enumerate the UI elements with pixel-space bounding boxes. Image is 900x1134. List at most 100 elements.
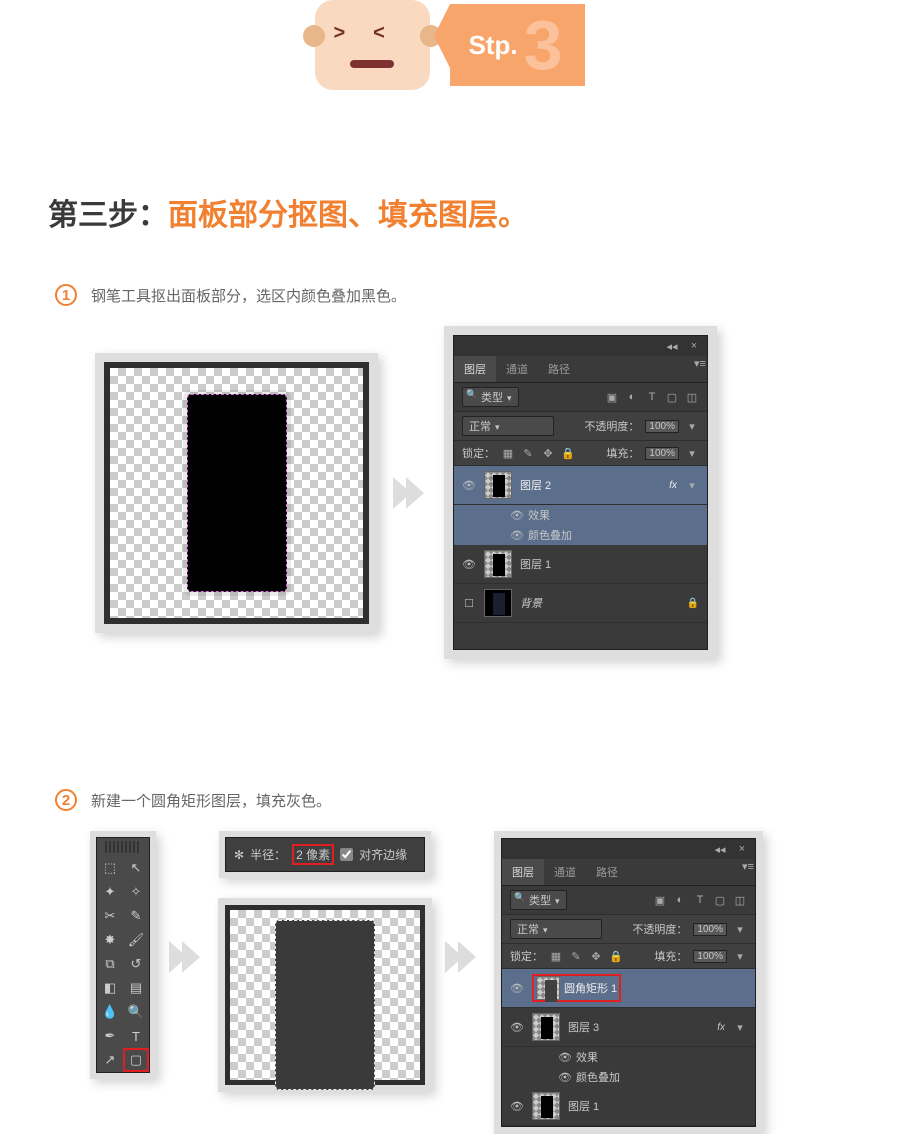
opacity-value[interactable]: 100% — [645, 420, 679, 433]
text-tool-icon[interactable]: T — [123, 1024, 149, 1048]
visibility-icon[interactable]: 👁 — [510, 1100, 524, 1113]
visibility-icon[interactable]: 👁 — [462, 558, 476, 571]
history-brush-icon[interactable]: ↺ — [123, 952, 149, 976]
lock-label: 锁定： — [462, 445, 495, 461]
lock-all-icon[interactable]: 🔒 — [609, 949, 623, 963]
filter-image-icon[interactable]: ▣ — [653, 893, 667, 907]
heal-tool-icon[interactable]: ✸ — [97, 928, 123, 952]
panel-menu-icon[interactable]: ▾≡ — [741, 859, 755, 873]
tab-layers[interactable]: 图层 — [502, 859, 544, 885]
visibility-icon[interactable]: 👁 — [510, 509, 522, 522]
filter-shape-icon[interactable]: ▢ — [665, 390, 679, 404]
filter-shape-icon[interactable]: ▢ — [713, 893, 727, 907]
effects-label: 效果 — [528, 507, 550, 523]
tab-channels[interactable]: 通道 — [544, 859, 586, 885]
canvas-frame-2 — [218, 898, 432, 1092]
layer-row-selected[interactable]: 👁 圆角矩形 1 — [502, 969, 755, 1008]
filter-text-icon[interactable]: T — [693, 893, 707, 907]
blur-tool-icon[interactable]: 💧 — [97, 1000, 123, 1024]
gear-icon[interactable]: ✻ — [234, 848, 244, 862]
lock-icon: 🔒 — [687, 598, 699, 609]
visibility-icon[interactable]: 👁 — [510, 982, 524, 995]
blend-mode-select[interactable]: 正常 — [462, 416, 554, 436]
visibility-icon[interactable]: 👁 — [558, 1051, 570, 1064]
layer-row-bg[interactable]: ☐ 背景 🔒 — [454, 584, 707, 623]
step-2: 2 新建一个圆角矩形图层，填充灰色。 ⬚ ↖ ✦ ✧ ✂ ✎ ✸ 🖌 ⧉ ↺ ◧ — [55, 789, 900, 1134]
fill-value[interactable]: 100% — [693, 950, 727, 963]
color-overlay-row[interactable]: 👁 颜色叠加 — [454, 525, 707, 545]
wand-tool-icon[interactable]: ✧ — [123, 880, 149, 904]
fx-badge[interactable]: fx — [717, 1022, 725, 1033]
collapse-icon[interactable]: ◂◂ — [665, 339, 679, 353]
visibility-icon[interactable]: 👁 — [558, 1071, 570, 1084]
blend-mode-select[interactable]: 正常 — [510, 919, 602, 939]
lock-brush-icon[interactable]: ✎ — [569, 949, 583, 963]
dodge-tool-icon[interactable]: 🔍 — [123, 1000, 149, 1024]
panel-menu-icon[interactable]: ▾≡ — [693, 356, 707, 370]
chevron-down-icon[interactable]: ▾ — [685, 478, 699, 492]
arrow-right-icon — [174, 941, 200, 973]
lock-row: 锁定： ▦ ✎ ✥ 🔒 填充： 100% ▾ — [502, 944, 755, 969]
chevron-down-icon[interactable]: ▾ — [685, 446, 699, 460]
collapse-icon[interactable]: ◂◂ — [713, 842, 727, 856]
tab-layers[interactable]: 图层 — [454, 356, 496, 382]
pen-tool-icon[interactable]: ✒ — [97, 1024, 123, 1048]
fill-value[interactable]: 100% — [645, 447, 679, 460]
chevron-down-icon[interactable]: ▾ — [733, 949, 747, 963]
layer-thumb — [532, 1092, 560, 1120]
align-checkbox[interactable] — [340, 848, 353, 861]
stamp-tool-icon[interactable]: ⧉ — [97, 952, 123, 976]
crop-tool-icon[interactable]: ✂ — [97, 904, 123, 928]
effects-row[interactable]: 👁 效果 — [454, 505, 707, 525]
filter-smart-icon[interactable]: ◫ — [685, 390, 699, 404]
tab-channels[interactable]: 通道 — [496, 356, 538, 382]
effects-row[interactable]: 👁 效果 — [502, 1047, 755, 1067]
color-overlay-row[interactable]: 👁 颜色叠加 — [502, 1067, 755, 1087]
filter-text-icon[interactable]: T — [645, 390, 659, 404]
tab-paths[interactable]: 路径 — [586, 859, 628, 885]
move-tool-icon[interactable]: ↖ — [123, 856, 149, 880]
kind-filter[interactable]: 类型 — [462, 387, 519, 407]
chevron-down-icon[interactable]: ▾ — [733, 922, 747, 936]
canvas-2 — [225, 905, 425, 1085]
kind-filter[interactable]: 类型 — [510, 890, 567, 910]
step-number: 3 — [524, 10, 563, 80]
lock-pixels-icon[interactable]: ▦ — [501, 446, 515, 460]
eraser-tool-icon[interactable]: ◧ — [97, 976, 123, 1000]
layer-row[interactable]: 👁 图层 1 — [454, 545, 707, 584]
chevron-down-icon[interactable]: ▾ — [685, 419, 699, 433]
panel-controls: ◂◂ × — [454, 336, 707, 356]
chevron-down-icon[interactable]: ▾ — [733, 1020, 747, 1034]
lock-all-icon[interactable]: 🔒 — [561, 446, 575, 460]
rounded-rect-tool-icon[interactable]: ▢ — [123, 1048, 149, 1072]
visibility-icon[interactable]: 👁 — [510, 529, 522, 542]
visibility-icon[interactable]: ☐ — [462, 597, 476, 610]
layer-row[interactable]: 👁 图层 1 — [502, 1087, 755, 1126]
opacity-value[interactable]: 100% — [693, 923, 727, 936]
radius-value[interactable]: 2 像素 — [292, 844, 334, 865]
layer-row[interactable]: 👁 图层 3 fx ▾ — [502, 1008, 755, 1047]
lock-move-icon[interactable]: ✥ — [541, 446, 555, 460]
fx-badge[interactable]: fx — [669, 480, 677, 491]
close-icon[interactable]: × — [735, 842, 749, 856]
filter-image-icon[interactable]: ▣ — [605, 390, 619, 404]
path-select-icon[interactable]: ↗ — [97, 1048, 123, 1072]
visibility-icon[interactable]: 👁 — [462, 479, 476, 492]
marquee-tool-icon[interactable]: ⬚ — [97, 856, 123, 880]
heading-prefix: 第三步： — [48, 199, 168, 232]
lock-brush-icon[interactable]: ✎ — [521, 446, 535, 460]
eyedropper-tool-icon[interactable]: ✎ — [123, 904, 149, 928]
visibility-icon[interactable]: 👁 — [510, 1021, 524, 1034]
lock-move-icon[interactable]: ✥ — [589, 949, 603, 963]
gradient-tool-icon[interactable]: ▤ — [123, 976, 149, 1000]
filter-adjust-icon[interactable]: ◐ — [673, 893, 687, 907]
tab-paths[interactable]: 路径 — [538, 356, 580, 382]
filter-adjust-icon[interactable]: ◐ — [625, 390, 639, 404]
lock-pixels-icon[interactable]: ▦ — [549, 949, 563, 963]
filter-smart-icon[interactable]: ◫ — [733, 893, 747, 907]
close-icon[interactable]: × — [687, 339, 701, 353]
layers-panel-1: ◂◂ × 图层 通道 路径 ▾≡ 类型 ▣ ◐ T ▢ ◫ — [453, 335, 708, 650]
lasso-tool-icon[interactable]: ✦ — [97, 880, 123, 904]
layer-row-selected[interactable]: 👁 图层 2 fx ▾ — [454, 466, 707, 505]
brush-tool-icon[interactable]: 🖌 — [123, 928, 149, 952]
